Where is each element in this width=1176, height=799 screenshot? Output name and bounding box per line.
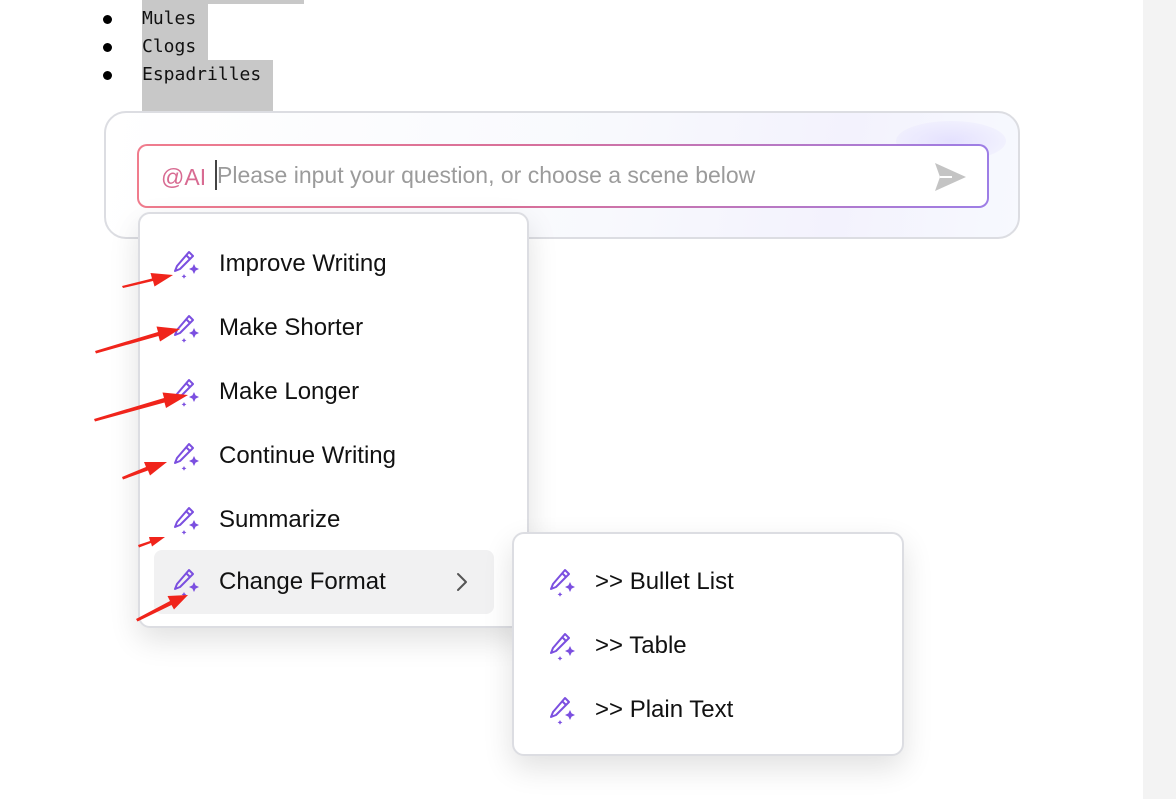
menu-item-label: Make Shorter (219, 314, 364, 341)
submenu-item-label: >> Bullet List (595, 568, 734, 595)
menu-item-label: Summarize (219, 506, 341, 533)
bullet-icon (103, 15, 112, 24)
submenu-item-table[interactable]: >> Table (530, 614, 888, 678)
ai-pen-sparkle-icon (550, 569, 575, 597)
right-gutter (1143, 0, 1176, 799)
submenu-item-plain-text[interactable]: >> Plain Text (530, 678, 888, 742)
menu-item-make-longer[interactable]: Make Longer (154, 360, 494, 424)
ai-scene-menu: Improve Writing Make Shorter Make Longer… (138, 212, 529, 628)
ai-pen-sparkle-icon (174, 251, 199, 279)
ai-pen-sparkle-icon (550, 697, 575, 725)
submenu-item-label: >> Table (595, 632, 687, 659)
document-bullet-list: Mules Clogs Espadrilles (0, 0, 600, 112)
send-arrow-icon (935, 163, 966, 191)
submenu-item-bullet-list[interactable]: >> Bullet List (530, 550, 888, 614)
menu-item-label: Improve Writing (219, 250, 387, 277)
ai-tag: @AI (161, 164, 207, 190)
menu-item-label: Continue Writing (219, 442, 396, 469)
ai-input-box[interactable]: @AI (137, 144, 989, 208)
list-item-text: Espadrilles (142, 60, 274, 112)
ai-pen-sparkle-icon (550, 633, 575, 661)
ai-pen-sparkle-icon (174, 315, 199, 343)
submenu-item-label: >> Plain Text (595, 696, 734, 723)
ai-pen-sparkle-icon (174, 443, 199, 471)
list-item-text: Mules (142, 4, 209, 32)
menu-item-label: Make Longer (219, 378, 360, 405)
ai-pen-sparkle-icon (174, 507, 199, 535)
change-format-submenu: >> Bullet List >> Table >> Plain Text (512, 532, 904, 756)
menu-item-summarize[interactable]: Summarize (154, 488, 494, 552)
menu-item-make-shorter[interactable]: Make Shorter (154, 296, 494, 360)
list-item-text: Clogs (142, 32, 209, 60)
send-button[interactable] (932, 159, 968, 195)
bullet-icon (103, 43, 112, 52)
ai-pen-sparkle-icon (174, 379, 199, 407)
ai-question-input[interactable] (217, 155, 907, 195)
menu-item-change-format[interactable]: Change Format (154, 550, 494, 614)
bullet-icon (103, 71, 112, 80)
ai-pen-sparkle-icon (174, 569, 199, 597)
menu-item-continue-writing[interactable]: Continue Writing (154, 424, 494, 488)
chevron-right-icon (457, 573, 467, 591)
menu-item-improve-writing[interactable]: Improve Writing (154, 232, 494, 296)
menu-item-label: Change Format (219, 568, 386, 595)
